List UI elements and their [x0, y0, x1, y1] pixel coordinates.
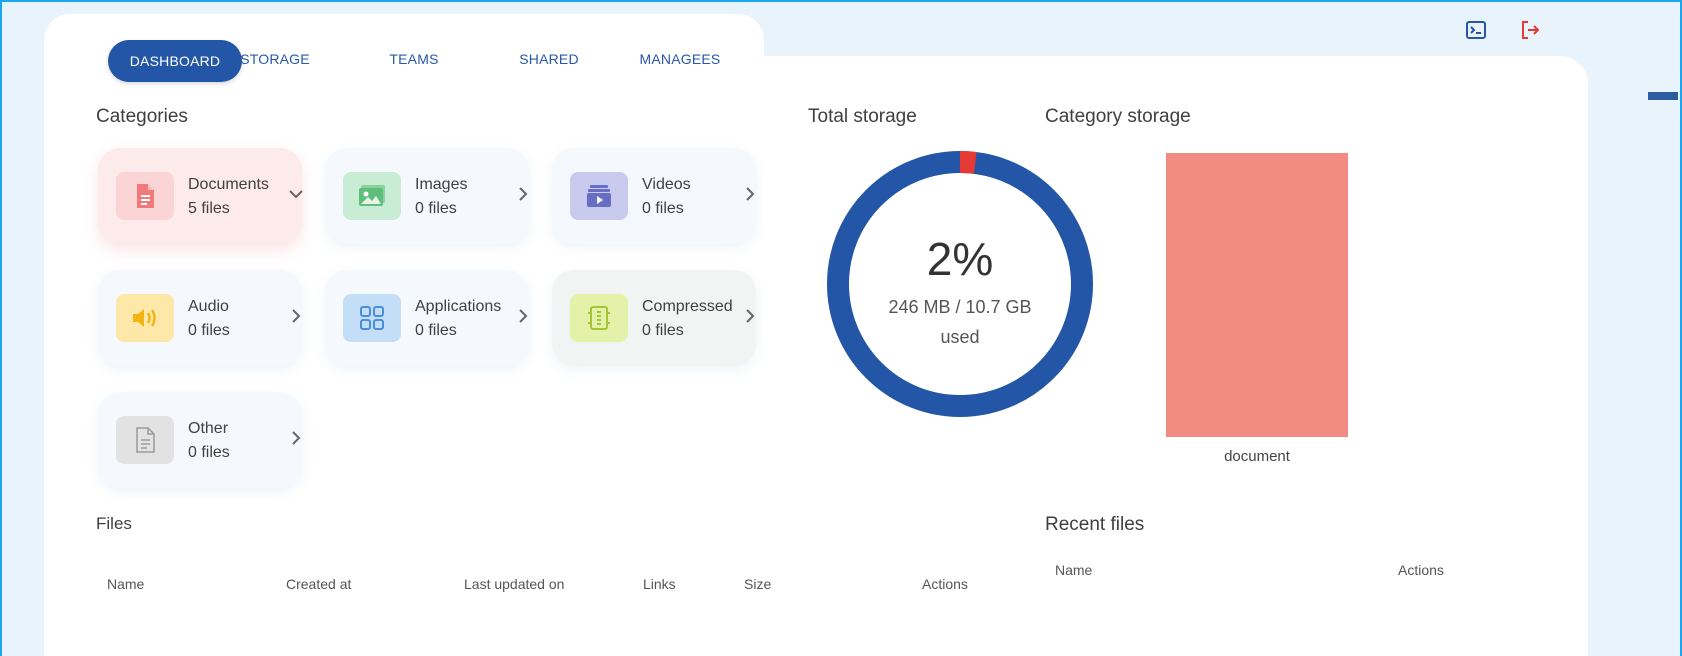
- bar-label-document: document: [1224, 448, 1290, 465]
- chevron-right-icon[interactable]: [515, 186, 531, 202]
- category-count: 0 files: [188, 322, 230, 339]
- top-toolbar: [1464, 18, 1542, 42]
- files-title: Files: [96, 514, 132, 533]
- compressed-icon: [570, 294, 628, 342]
- audio-icon: [116, 294, 174, 342]
- category-storage-chart: [1150, 150, 1370, 470]
- chevron-right-icon[interactable]: [515, 308, 531, 324]
- category-storage-title: Category storage: [1045, 106, 1191, 127]
- files-col-links[interactable]: Links: [643, 576, 676, 592]
- recent-files-title: Recent files: [1045, 514, 1145, 535]
- category-name: Applications: [415, 298, 502, 315]
- category-count: 0 files: [642, 322, 684, 339]
- files-col-actions[interactable]: Actions: [922, 576, 968, 592]
- applications-icon: [343, 294, 401, 342]
- category-card-other[interactable]: Other 0 files: [98, 392, 302, 488]
- total-storage-donut: 2% 246 MB / 10.7 GB used: [826, 150, 1094, 418]
- category-card-images[interactable]: Images 0 files: [325, 148, 529, 244]
- categories-title: Categories: [96, 106, 188, 127]
- image-icon: [343, 172, 401, 220]
- category-name: Images: [415, 176, 468, 193]
- tab-managees[interactable]: MANAGEES: [630, 36, 730, 82]
- chevron-right-icon[interactable]: [288, 308, 304, 324]
- tab-teams[interactable]: TEAMS: [364, 36, 464, 82]
- category-count: 5 files: [188, 200, 230, 217]
- chevron-right-icon[interactable]: [742, 308, 758, 324]
- category-card-audio[interactable]: Audio 0 files: [98, 270, 302, 366]
- chevron-right-icon[interactable]: [288, 430, 304, 446]
- category-card-compressed[interactable]: Compressed 0 files: [552, 270, 756, 366]
- total-storage-title: Total storage: [808, 106, 917, 127]
- category-name: Other: [188, 420, 229, 437]
- category-name: Compressed: [642, 298, 733, 315]
- tab-bar: DASHBOARD STORAGE TEAMS SHARED MANAGEES: [44, 14, 764, 84]
- storage-used-amount: 246 MB / 10.7 GB: [888, 297, 1032, 317]
- tab-storage[interactable]: STORAGE: [220, 36, 330, 82]
- chevron-right-icon[interactable]: [742, 186, 758, 202]
- category-count: 0 files: [415, 322, 457, 339]
- recent-col-actions[interactable]: Actions: [1398, 562, 1444, 578]
- storage-used-word: used: [940, 327, 980, 347]
- tab-shared[interactable]: SHARED: [504, 36, 594, 82]
- other-file-icon: [116, 416, 174, 464]
- recent-col-name[interactable]: Name: [1055, 562, 1092, 578]
- storage-percent: 2%: [926, 233, 994, 285]
- category-count: 0 files: [188, 444, 230, 461]
- category-count: 0 files: [642, 200, 684, 217]
- files-col-updated[interactable]: Last updated on: [464, 576, 564, 592]
- terminal-icon[interactable]: [1464, 18, 1488, 42]
- scroll-indicator[interactable]: [1648, 92, 1678, 100]
- logout-icon[interactable]: [1518, 18, 1542, 42]
- files-col-size[interactable]: Size: [744, 576, 771, 592]
- document-icon: [116, 172, 174, 220]
- bar-document[interactable]: [1166, 153, 1348, 437]
- chevron-down-icon[interactable]: [288, 186, 304, 202]
- storage-used-text: 246 MB / 10.7 GB used: [826, 292, 1094, 352]
- bar-chart-svg: [1166, 153, 1348, 437]
- category-card-documents[interactable]: Documents 5 files: [98, 148, 304, 244]
- category-name: Documents: [188, 176, 269, 193]
- category-card-applications[interactable]: Applications 0 files: [325, 270, 529, 366]
- category-count: 0 files: [415, 200, 457, 217]
- files-col-name[interactable]: Name: [107, 576, 144, 592]
- video-icon: [570, 172, 628, 220]
- category-name: Videos: [642, 176, 691, 193]
- category-name: Audio: [188, 298, 229, 315]
- files-col-created[interactable]: Created at: [286, 576, 351, 592]
- category-card-videos[interactable]: Videos 0 files: [552, 148, 756, 244]
